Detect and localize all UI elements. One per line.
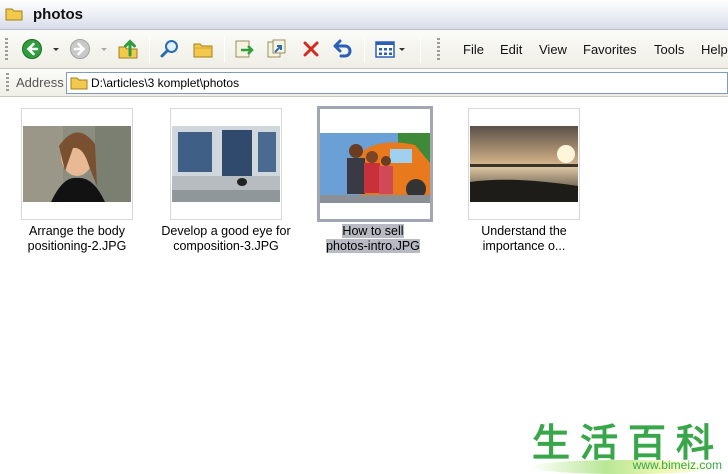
- back-arrow-icon: [22, 39, 42, 59]
- address-grip[interactable]: [6, 73, 9, 93]
- file-item[interactable]: Develop a good eye for composition-3.JPG: [161, 108, 291, 258]
- move-to-icon: [235, 40, 254, 58]
- back-button[interactable]: [21, 38, 43, 60]
- file-caption-line2: composition-3.JPG: [173, 239, 279, 253]
- file-item-selected[interactable]: How to sell photos-intro.JPG: [317, 106, 433, 258]
- menu-tools[interactable]: Tools: [654, 42, 684, 57]
- window-title: photos: [33, 6, 83, 23]
- undo-button[interactable]: [332, 38, 354, 60]
- search-icon: [160, 40, 178, 58]
- file-caption-line2: importance o...: [482, 239, 566, 253]
- forward-button[interactable]: [69, 38, 91, 60]
- toolbar: File Edit View Favorites Tools Help: [0, 30, 728, 69]
- thumbnail-frame[interactable]: [21, 108, 133, 220]
- menu-favorites[interactable]: Favorites: [583, 42, 636, 57]
- toolbar-grip[interactable]: [5, 38, 8, 62]
- views-button[interactable]: [374, 38, 396, 60]
- thumbnail-image: [172, 126, 280, 202]
- forward-dropdown-icon[interactable]: [101, 48, 107, 51]
- folder-icon: [70, 77, 88, 90]
- file-caption-line2: positioning-2.JPG: [27, 239, 127, 253]
- file-caption: How to sell photos-intro.JPG: [301, 224, 445, 254]
- thumbnail-frame[interactable]: [468, 108, 580, 220]
- address-path: D:\articles\3 komplet\photos: [91, 76, 240, 90]
- address-label: Address: [16, 75, 64, 90]
- file-caption: Understand the importance o...: [452, 224, 596, 254]
- copy-to-icon: [267, 39, 286, 58]
- folder-icon: [5, 8, 23, 21]
- thumbnail-frame[interactable]: [170, 108, 282, 220]
- title-bar[interactable]: photos: [0, 0, 728, 30]
- thumbnail-frame[interactable]: [317, 106, 433, 222]
- file-caption-line1: Understand the: [481, 224, 567, 238]
- watermark: 生活百科 www.bimeiz.com: [520, 410, 728, 474]
- views-icon: [375, 41, 395, 58]
- folders-button[interactable]: [192, 38, 214, 60]
- delete-icon: [303, 41, 319, 57]
- up-folder-button[interactable]: [117, 38, 139, 60]
- up-folder-icon: [118, 39, 138, 59]
- copy-to-button[interactable]: [266, 38, 288, 60]
- toolbar-separator: [420, 37, 421, 63]
- menu-file[interactable]: File: [463, 42, 484, 57]
- forward-arrow-icon: [70, 39, 90, 59]
- address-input[interactable]: D:\articles\3 komplet\photos: [66, 72, 728, 94]
- menu-view[interactable]: View: [539, 42, 567, 57]
- explorer-window: photos File Edit View Favorites Tools He…: [0, 0, 728, 474]
- file-caption-line1: Arrange the body: [29, 224, 125, 238]
- search-button[interactable]: [159, 38, 181, 60]
- watermark-url: www.bimeiz.com: [632, 458, 722, 472]
- menubar-grip[interactable]: [437, 38, 440, 62]
- file-item[interactable]: Understand the importance o...: [468, 108, 580, 258]
- views-dropdown-icon[interactable]: [399, 48, 405, 51]
- menu-help[interactable]: Help: [701, 42, 728, 57]
- thumbnail-image: [470, 126, 578, 202]
- folders-icon: [193, 43, 213, 58]
- delete-button[interactable]: [300, 38, 322, 60]
- thumbnail-image: [23, 126, 131, 202]
- undo-icon: [333, 39, 352, 58]
- file-caption: Arrange the body positioning-2.JPG: [5, 224, 149, 254]
- file-caption: Develop a good eye for composition-3.JPG: [154, 224, 298, 254]
- toolbar-separator: [149, 37, 150, 63]
- file-caption-line2: photos-intro.JPG: [326, 239, 420, 253]
- file-item[interactable]: Arrange the body positioning-2.JPG: [21, 108, 133, 258]
- file-caption-line1: Develop a good eye for: [161, 224, 291, 238]
- toolbar-separator: [224, 37, 225, 63]
- menu-edit[interactable]: Edit: [500, 42, 522, 57]
- file-caption-line1: How to sell: [342, 224, 404, 238]
- toolbar-separator: [364, 37, 365, 63]
- back-dropdown-icon[interactable]: [53, 48, 59, 51]
- thumbnail-image: [320, 133, 430, 203]
- address-bar: Address D:\articles\3 komplet\photos: [0, 70, 728, 97]
- move-to-button[interactable]: [233, 38, 255, 60]
